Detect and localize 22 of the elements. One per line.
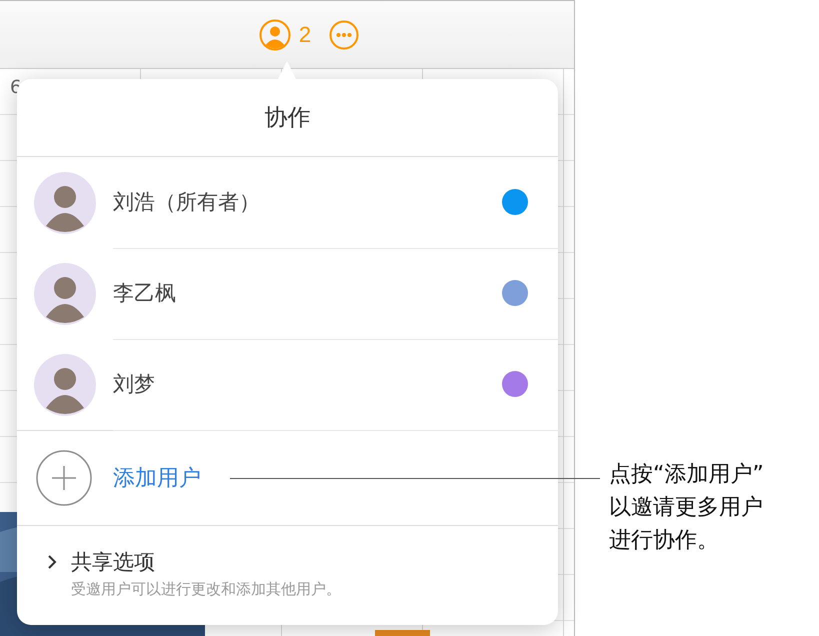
add-icon[interactable] [36,450,92,506]
member-row[interactable]: 刘梦 [17,339,558,430]
member-row[interactable]: 刘浩（所有者） [17,157,558,248]
member-name: 李乙枫 [113,280,176,307]
share-options-title: 共享选项 [71,549,155,576]
member-name: 刘浩（所有者） [113,189,260,216]
popover-title: 协作 [264,104,310,133]
tab-marker [375,630,430,636]
callout-text: 进行协作。 [609,527,719,555]
more-icon[interactable] [329,20,360,50]
member-name: 刘梦 [113,371,155,398]
chevron-icon [47,554,57,570]
share-options-description: 受邀用户可以进行更改和添加其他用户。 [71,580,342,599]
share-options[interactable]: 共享选项 受邀用户可以进行更改和添加其他用户。 [17,526,558,599]
member-row[interactable]: 李乙枫 [17,248,558,339]
avatar-icon [34,354,96,416]
add-people-link[interactable]: 添加用户 [113,463,201,493]
avatar-icon [34,172,96,234]
person-icon [258,18,291,50]
avatar-icon [34,262,96,324]
callout-text: 以邀请更多用户 [609,494,763,522]
callout-text: 点按“添加用户” [609,461,764,489]
